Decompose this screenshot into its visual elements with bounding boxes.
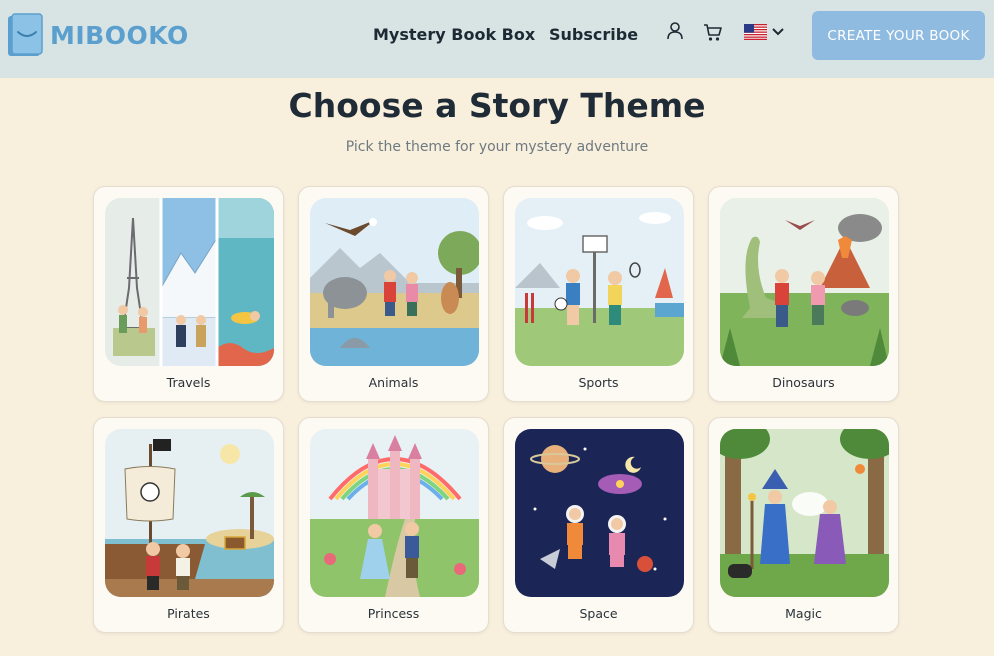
theme-label: Travels [166,375,211,390]
chevron-down-icon [772,28,784,36]
nav-subscribe[interactable]: Subscribe [549,25,638,44]
create-your-book-button[interactable]: CREATE YOUR BOOK [812,11,985,60]
language-selector[interactable] [744,24,784,40]
logo[interactable]: MIBOOKO [6,12,189,58]
sports-illustration [515,198,684,366]
theme-card-magic[interactable]: Magic [708,417,899,633]
theme-card-space[interactable]: Space [503,417,694,633]
theme-card-animals[interactable]: Animals [298,186,489,402]
theme-card-princess[interactable]: Princess [298,417,489,633]
page-title: Choose a Story Theme [288,86,706,125]
theme-label: Magic [785,606,822,621]
theme-label: Pirates [167,606,210,621]
book-logo-icon [8,13,43,56]
theme-card-travels[interactable]: Travels [93,186,284,402]
nav-mystery-book-box[interactable]: Mystery Book Box [373,25,535,44]
theme-label: Space [579,606,618,621]
theme-card-pirates[interactable]: Pirates [93,417,284,633]
us-flag-icon [744,24,767,40]
logo-text: MIBOOKO [50,20,189,50]
theme-label: Animals [368,375,419,390]
space-illustration [515,429,684,597]
theme-card-sports[interactable]: Sports [503,186,694,402]
site-header: MIBOOKO Mystery Book Box Subscribe CREAT… [0,0,994,78]
dinosaurs-illustration [720,198,889,366]
princess-illustration [310,429,479,597]
theme-card-dinosaurs[interactable]: Dinosaurs [708,186,899,402]
theme-grid: Travels Animals Sports Dinosaurs Pirates… [93,186,899,633]
user-icon[interactable] [665,21,685,45]
theme-label: Sports [578,375,619,390]
cart-icon[interactable] [702,21,724,47]
theme-label: Princess [367,606,420,621]
theme-label: Dinosaurs [772,375,835,390]
pirates-illustration [105,429,274,597]
page-subtitle: Pick the theme for your mystery adventur… [345,139,649,155]
magic-illustration [720,429,889,597]
animals-illustration [310,198,479,366]
travels-illustration [105,198,274,366]
